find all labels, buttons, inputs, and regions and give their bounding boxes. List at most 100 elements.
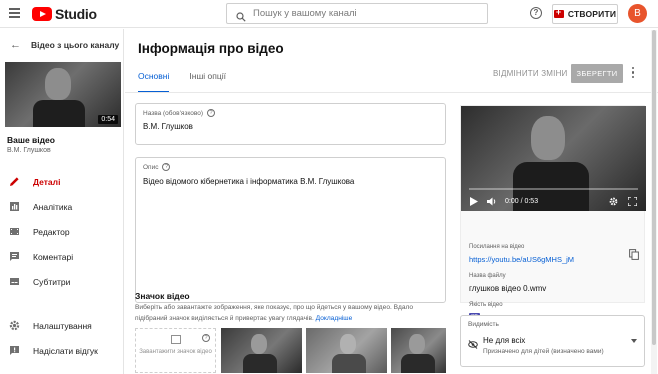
help-icon[interactable]: ? [207, 109, 216, 117]
upload-thumbnail-button[interactable]: Завантажити значок відео ? [135, 328, 216, 373]
fullscreen-icon[interactable] [628, 196, 637, 206]
page-scrollbar[interactable] [651, 30, 657, 374]
sidebar-item-label: Аналітика [33, 201, 73, 212]
visibility-select[interactable]: Видимість Не для всіх Призначено для діт… [460, 315, 645, 367]
create-button-label: СТВОРИТИ [567, 9, 617, 19]
tab-basic[interactable]: Основні [138, 71, 170, 93]
play-icon[interactable] [470, 196, 478, 206]
visibility-subtext: Призначено для дітей (визначено вами) [483, 348, 604, 355]
sidebar-bottom-nav: Налаштування Надіслати відгук [0, 313, 124, 363]
back-label: Відео з цього каналу [31, 40, 120, 50]
sidebar-item-comments[interactable]: Коментарі [0, 244, 124, 269]
back-to-channel-videos[interactable]: ← Відео з цього каналу [0, 37, 124, 53]
sidebar: ← Відео з цього каналу 0:54 Ваше відео В… [0, 29, 124, 374]
upload-image-icon [170, 335, 181, 344]
sidebar-item-label: Коментарі [33, 251, 74, 262]
comments-icon [9, 251, 20, 262]
sidebar-item-details[interactable]: Деталі [0, 169, 124, 194]
sidebar-item-subtitles[interactable]: Субтитри [0, 269, 124, 294]
settings-gear-icon[interactable] [609, 197, 618, 206]
editor-icon [9, 226, 20, 237]
pencil-icon [9, 176, 20, 187]
sidebar-item-label: Редактор [33, 226, 70, 237]
undo-changes-button[interactable]: ВІДМІНИТИ ЗМІНИ [493, 69, 568, 78]
tab-more-options[interactable]: Інші опції [189, 71, 226, 93]
copy-icon[interactable] [629, 247, 639, 265]
thumbnail-suit [401, 354, 435, 373]
thumbnail-description: Виберіть або завантажте зображення, яке … [135, 302, 445, 324]
chevron-down-icon [631, 339, 637, 343]
video-link[interactable]: https://youtu.be/aUS6gMHS_jM [469, 255, 574, 264]
search-input[interactable] [253, 8, 483, 19]
video-duration: 0:54 [98, 115, 118, 124]
sidebar-video-thumbnail[interactable]: 0:54 [5, 62, 121, 127]
thumbnail-face [409, 334, 425, 354]
title-field[interactable]: Назва (обов'язково) ? В.М. Глушков [135, 103, 446, 145]
video-scrubber[interactable] [469, 188, 638, 190]
thumbnail-description-text: Виберіть або завантажте зображення, яке … [135, 304, 414, 322]
page-title: Інформація про відео [138, 41, 284, 56]
video-player[interactable]: 0:00 / 0:53 [461, 106, 646, 211]
your-video-label: Ваше відео [7, 135, 55, 145]
video-time: 0:00 / 0:53 [505, 197, 539, 205]
visibility-label: Видимість [468, 321, 499, 328]
subtitles-icon [9, 276, 20, 287]
eye-off-icon [468, 336, 478, 354]
sidebar-item-analytics[interactable]: Аналітика [0, 194, 124, 219]
create-button[interactable]: СТВОРИТИ [552, 4, 618, 24]
main-content: Інформація про відео ВІДМІНИТИ ЗМІНИ ЗБЕ… [125, 29, 658, 374]
filename-value: глушков відео 0.wmv [469, 284, 547, 293]
sidebar-item-label: Субтитри [33, 276, 71, 287]
gear-icon [9, 320, 20, 331]
back-arrow-icon: ← [10, 39, 21, 51]
tabs: Основні Інші опції [138, 71, 246, 93]
description-field-label: Опис [143, 163, 159, 171]
video-quality-label: Якість відео [469, 302, 503, 308]
thumbnail-suit [33, 100, 85, 127]
create-video-icon [553, 7, 564, 18]
avatar[interactable]: В [628, 4, 647, 23]
search-icon [236, 9, 246, 22]
player-face [531, 116, 565, 160]
title-field-label: Назва (обов'язково) [143, 109, 204, 117]
sidebar-item-editor[interactable]: Редактор [0, 219, 124, 244]
thumbnail-face [340, 334, 356, 354]
volume-icon[interactable] [487, 197, 497, 206]
save-button[interactable]: ЗБЕРЕГТИ [571, 64, 623, 83]
tab-divider [125, 92, 658, 93]
description-field[interactable]: Опис ? Відео відомого кібернетика і інфо… [135, 157, 446, 303]
sidebar-item-label: Налаштування [33, 320, 92, 331]
learn-more-link[interactable]: Докладніше [316, 315, 353, 322]
sidebar-item-feedback[interactable]: Надіслати відгук [0, 338, 124, 363]
title-field-value[interactable]: В.М. Глушков [143, 122, 193, 131]
video-preview-panel: 0:00 / 0:53 Посилання на відео https://y… [460, 105, 646, 321]
sidebar-nav: Деталі Аналітика Редактор Коментарі Субт… [0, 169, 124, 294]
more-options-icon[interactable] [632, 67, 636, 80]
thumbnail-suit [243, 354, 277, 373]
upload-thumbnail-label: Завантажити значок відео [139, 349, 212, 355]
video-link-label: Посилання на відео [469, 244, 525, 250]
filename-label: Назва файлу [469, 273, 506, 279]
feedback-icon [9, 345, 20, 356]
thumbnail-heading: Значок відео [135, 291, 190, 301]
help-icon[interactable]: ? [162, 163, 171, 171]
help-icon[interactable]: ? [202, 334, 210, 342]
title-field-label-row: Назва (обов'язково) ? [143, 109, 216, 117]
thumbnail-option[interactable] [306, 328, 387, 373]
description-field-value[interactable]: Відео відомого кібернетика і інформатика… [143, 177, 354, 186]
thumbnail-option[interactable] [391, 328, 446, 373]
youtube-logo-icon [32, 7, 52, 21]
sidebar-item-label: Надіслати відгук [33, 345, 98, 356]
thumbnail-option[interactable] [221, 328, 302, 373]
search-box[interactable] [226, 3, 488, 24]
studio-logo[interactable]: Studio [32, 5, 97, 23]
sidebar-item-label: Деталі [33, 176, 61, 187]
sidebar-item-settings[interactable]: Налаштування [0, 313, 124, 338]
help-icon[interactable]: ? [530, 7, 542, 19]
player-controls: 0:00 / 0:53 [461, 192, 646, 210]
visibility-value: Не для всіх [483, 336, 526, 345]
thumbnail-face [251, 334, 267, 354]
scrollbar-thumb[interactable] [652, 30, 656, 345]
thumbnail-suit [332, 354, 366, 373]
menu-icon[interactable] [9, 8, 20, 18]
